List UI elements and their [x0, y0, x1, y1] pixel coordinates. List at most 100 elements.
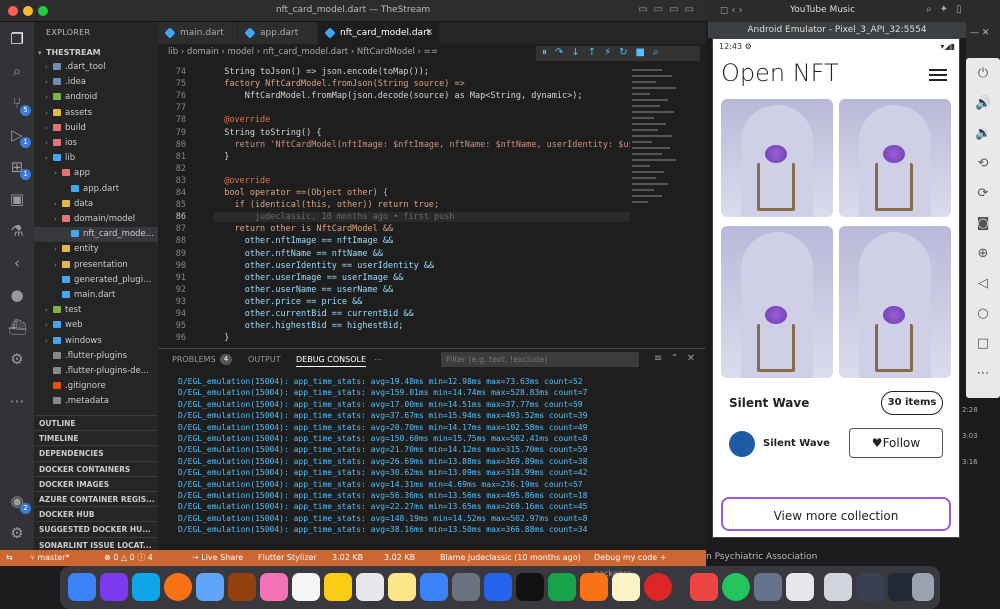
zoom-icon[interactable]: ⊕ [975, 246, 991, 262]
rotate-right-icon[interactable]: ⟳ [975, 186, 991, 202]
app-store-icon[interactable] [420, 573, 448, 601]
nft-card[interactable] [721, 226, 833, 378]
sidebar-section[interactable]: DEPENDENCIES [34, 445, 158, 460]
remote-icon[interactable]: ⇆ [6, 550, 13, 566]
tree-folder[interactable]: › domain/model [34, 212, 158, 227]
tree-file[interactable]: .flutter-plugins-de... [34, 364, 158, 379]
trash-icon[interactable] [912, 573, 934, 601]
tree-file[interactable]: app.dart [34, 182, 158, 197]
flutter-icon[interactable]: ‹ [8, 254, 26, 272]
sidebar-section[interactable]: TIMELINE [34, 430, 158, 445]
pages-icon[interactable] [388, 573, 416, 601]
back-icon[interactable]: ◁ [975, 276, 991, 292]
mail-icon[interactable] [196, 573, 224, 601]
emulator-close-icon[interactable]: — ✕ [970, 28, 989, 38]
tree-folder[interactable]: › assets [34, 106, 158, 121]
document-icon[interactable] [824, 573, 852, 601]
tree-file[interactable]: .metadata [34, 394, 158, 409]
tree-folder[interactable]: › entity [34, 242, 158, 257]
browser-tab-title[interactable]: YouTube Music [790, 5, 855, 15]
testing-icon[interactable]: ⚗ [8, 222, 26, 240]
sidebar-section[interactable]: SUGGESTED DOCKER HU... [34, 521, 158, 536]
tree-folder[interactable]: › ios [34, 136, 158, 151]
rotate-left-icon[interactable]: ⟲ [975, 156, 991, 172]
browser-actions[interactable]: ⌕✦▯ [926, 4, 969, 15]
follow-button[interactable]: ♥Follow [849, 428, 943, 458]
manage-gear-icon[interactable]: ⚙ [8, 524, 26, 542]
preview-icon[interactable] [612, 573, 640, 601]
firefox-icon[interactable] [164, 573, 192, 601]
console-filter-input[interactable] [441, 352, 639, 367]
volume-down-icon[interactable]: 🔉 [975, 126, 991, 142]
notes-icon[interactable] [324, 573, 352, 601]
home-icon[interactable]: ○ [975, 306, 991, 322]
nft-card[interactable] [839, 226, 951, 378]
tree-file[interactable]: generated_plugi... [34, 273, 158, 288]
tab-nft-card-model[interactable]: nft_card_model.dart ✕ [318, 22, 440, 44]
tree-file[interactable]: main.dart [34, 288, 158, 303]
tab-debug-console[interactable]: DEBUG CONSOLE [296, 355, 367, 367]
blame-status[interactable]: Blame judeclassic (10 months ago) [440, 550, 581, 566]
hamburger-menu-icon[interactable] [929, 69, 947, 81]
system-settings-icon[interactable] [452, 573, 480, 601]
keynote-icon[interactable] [356, 573, 384, 601]
app-icon-2[interactable] [690, 573, 718, 601]
view-more-collection-button[interactable]: View more collection [721, 497, 951, 531]
photos-icon[interactable] [260, 573, 288, 601]
live-share-status[interactable]: ⇢ Live Share [192, 550, 243, 566]
tree-file[interactable]: nft_card_mode... [34, 227, 158, 243]
overview-icon[interactable]: □ [975, 336, 991, 352]
app-icon-3[interactable] [754, 573, 782, 601]
flutter-stylizer-status[interactable]: Flutter Stylizer [258, 550, 317, 566]
tree-file[interactable]: .gitignore [34, 379, 158, 394]
minimap[interactable] [630, 61, 690, 348]
app-icon[interactable] [228, 573, 256, 601]
debug-controls[interactable]: ⏸↷↓↑⚡↻■⌕ [542, 47, 667, 58]
tab-app-dart[interactable]: app.dart [238, 22, 318, 44]
tree-folder[interactable]: › windows [34, 334, 158, 349]
panel-actions[interactable]: ≡⌃✕ [654, 353, 703, 364]
tree-folder[interactable]: › web [34, 318, 158, 333]
tree-folder[interactable]: › app [34, 166, 158, 181]
layout-controls[interactable]: ▭▭▭▭ [638, 4, 700, 15]
brave-icon[interactable] [580, 573, 608, 601]
tab-problems[interactable]: PROBLEMS [172, 355, 216, 364]
problems-status[interactable]: ⊗ 0 △ 0 ⓘ 4 [104, 550, 153, 566]
tab-output[interactable]: OUTPUT [248, 355, 281, 364]
sidebar-section[interactable]: DOCKER HUB [34, 506, 158, 521]
explorer-icon[interactable]: ❐ [8, 30, 26, 48]
tree-folder[interactable]: › presentation [34, 258, 158, 273]
sidebar-section[interactable]: AZURE CONTAINER REGIS... [34, 491, 158, 506]
github-icon[interactable]: ● [8, 286, 26, 304]
tree-folder[interactable]: › android [34, 90, 158, 105]
panel-more-icon[interactable]: ⋯ [374, 355, 382, 364]
finder-icon[interactable] [68, 573, 96, 601]
docker-icon[interactable]: ⛴ [8, 318, 27, 336]
more-options-icon[interactable]: ⋯ [975, 366, 991, 382]
tree-file[interactable]: .flutter-plugins [34, 349, 158, 364]
window-thumbnail[interactable] [856, 573, 884, 601]
vscode-icon[interactable] [484, 573, 512, 601]
search-icon[interactable]: ⌕ [8, 62, 26, 80]
browser-nav-icons[interactable]: ◻ ‹ › [720, 5, 743, 16]
volume-up-icon[interactable]: 🔊 [975, 96, 991, 112]
branch-status[interactable]: ⑂ master* [30, 550, 70, 566]
project-root[interactable]: ▾ THESTREAM [34, 45, 158, 60]
tree-folder[interactable]: › .dart_tool [34, 60, 158, 75]
tree-folder[interactable]: › build [34, 121, 158, 136]
numbers-icon[interactable] [548, 573, 576, 601]
camera-icon[interactable]: ◙ [975, 216, 991, 232]
power-icon[interactable]: ⏻ [975, 66, 991, 82]
youtube-music-icon[interactable] [644, 573, 672, 601]
code-editor[interactable]: 74 String toJson() => json.encode(toMap(… [158, 61, 706, 348]
sidebar-section[interactable]: SONARLINT ISSUE LOCAT... [34, 536, 158, 550]
items-count-badge[interactable]: 30 items [881, 391, 943, 415]
nft-card[interactable] [721, 99, 833, 217]
sidebar-section[interactable]: DOCKER IMAGES [34, 475, 158, 491]
reminders-icon[interactable] [292, 573, 320, 601]
sidebar-section[interactable]: OUTLINE [34, 415, 158, 430]
sonarlint-icon[interactable]: ⚙ [8, 350, 26, 368]
close-tab-icon[interactable]: ✕ [425, 22, 433, 44]
terminal-icon[interactable] [516, 573, 544, 601]
launchpad-icon[interactable] [100, 573, 128, 601]
